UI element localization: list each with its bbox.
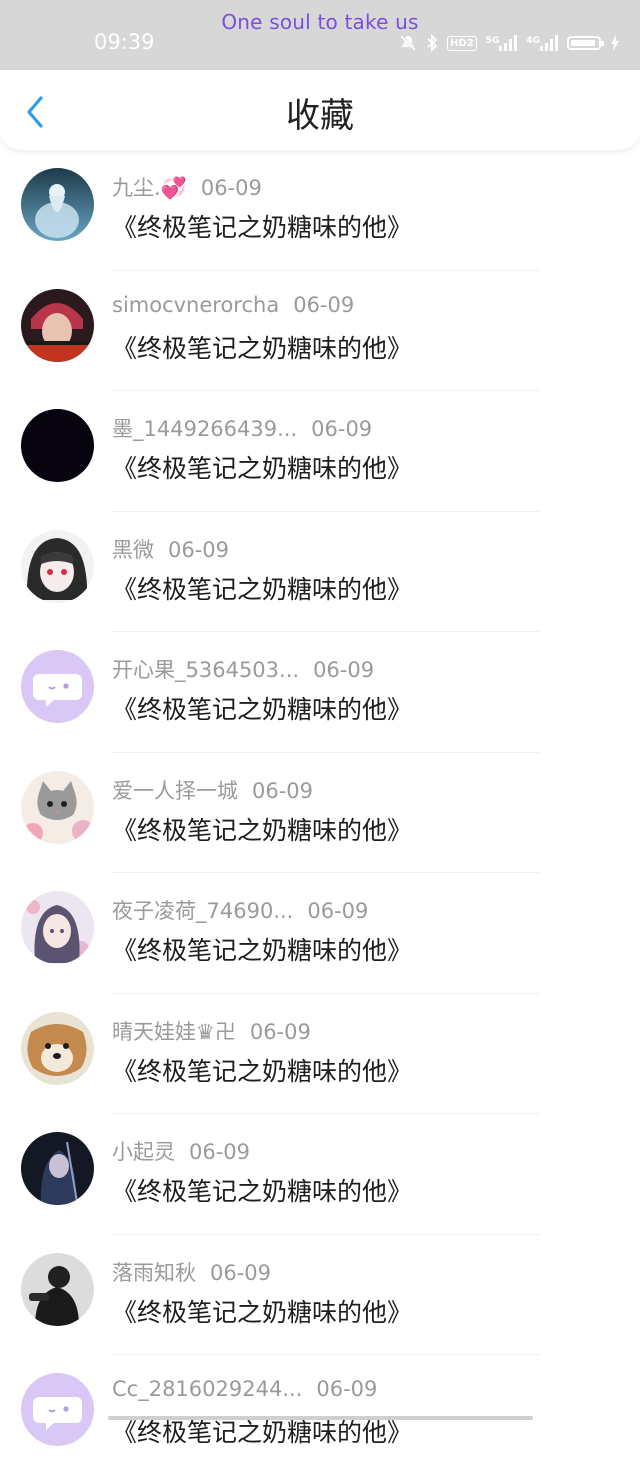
favorites-list: 九尘.💞 06-09 《终极笔记之奶糖味的他》 simocvnerorcha 06-… — [0, 150, 640, 1476]
charging-icon — [610, 34, 620, 52]
avatar[interactable] — [21, 770, 94, 844]
avatar[interactable] — [21, 1011, 94, 1085]
signal-4g-icon: 4G — [526, 35, 558, 51]
scroll-indicator[interactable] — [108, 1416, 533, 1420]
page-title: 收藏 — [286, 96, 354, 136]
work-title[interactable]: 《终极笔记之奶糖味的他》 — [112, 570, 412, 606]
avatar[interactable] — [21, 1373, 94, 1446]
username[interactable]: 墨_1449266439... — [112, 417, 297, 441]
favorite-date: 06-09 — [200, 176, 262, 200]
battery-icon — [567, 36, 604, 50]
username[interactable]: simocvnerorcha — [112, 293, 279, 317]
favorite-date: 06-09 — [249, 1019, 311, 1044]
avatar[interactable] — [21, 891, 94, 964]
list-item[interactable]: 爱一人择一城 06-09 《终极笔记之奶糖味的他》 — [0, 753, 640, 873]
username[interactable]: 晴天娃娃♛卍 — [112, 1020, 236, 1044]
network-label: 4G — [526, 36, 540, 46]
favorite-date: 06-09 — [313, 658, 375, 682]
favorite-date: 06-09 — [189, 1140, 251, 1164]
username[interactable]: 黑微 — [112, 538, 154, 562]
list-item[interactable]: simocvnerorcha 06-09 《终极笔记之奶糖味的他》 — [0, 271, 640, 391]
work-title[interactable]: 《终极笔记之奶糖味的他》 — [112, 931, 412, 967]
mute-icon — [399, 34, 417, 52]
favorite-date: 06-09 — [311, 417, 373, 441]
status-bar: One soul to take us 09:39 HD2 5G 4G — [0, 0, 640, 70]
username[interactable]: 落雨知秋 — [112, 1261, 196, 1285]
status-icons: HD2 5G 4G — [399, 30, 620, 56]
list-item[interactable]: 落雨知秋 06-09 《终极笔记之奶糖味的他》 — [0, 1235, 640, 1355]
list-item[interactable]: 晴天娃娃♛卍 06-09 《终极笔记之奶糖味的他》 — [0, 994, 640, 1114]
page-header: 收藏 — [0, 70, 640, 150]
list-item[interactable]: 九尘.💞 06-09 《终极笔记之奶糖味的他》 — [0, 150, 640, 271]
work-title[interactable]: 《终极笔记之奶糖味的他》 — [112, 449, 412, 485]
list-item[interactable]: 开心果_5364503... 06-09 《终极笔记之奶糖味的他》 — [0, 632, 640, 753]
favorite-date: 06-09 — [307, 899, 369, 923]
username[interactable]: Cc_2816029244... — [112, 1377, 302, 1401]
work-title[interactable]: 《终极笔记之奶糖味的他》 — [112, 208, 412, 244]
username[interactable]: 夜子凌荷_74690... — [112, 899, 293, 923]
avatar[interactable] — [21, 288, 94, 362]
avatar[interactable] — [21, 168, 94, 241]
username[interactable]: 九尘.💞 — [112, 176, 187, 200]
status-time: 09:39 — [94, 30, 155, 54]
work-title[interactable]: 《终极笔记之奶糖味的他》 — [112, 329, 412, 365]
list-item[interactable]: 夜子凌荷_74690... 06-09 《终极笔记之奶糖味的他》 — [0, 873, 640, 994]
bluetooth-icon — [426, 34, 438, 52]
signal-5g-icon: 5G — [486, 35, 518, 51]
list-item[interactable]: 小起灵 06-09 《终极笔记之奶糖味的他》 — [0, 1114, 640, 1235]
avatar[interactable] — [21, 650, 94, 723]
avatar[interactable] — [21, 529, 94, 603]
favorite-date: 06-09 — [168, 537, 230, 562]
list-item[interactable]: 墨_1449266439... 06-09 《终极笔记之奶糖味的他》 — [0, 391, 640, 512]
hd-voice-icon: HD2 — [447, 35, 477, 51]
favorite-date: 06-09 — [316, 1377, 378, 1401]
work-title[interactable]: 《终极笔记之奶糖味的他》 — [112, 811, 412, 847]
favorite-date: 06-09 — [293, 292, 355, 317]
avatar[interactable] — [21, 1132, 94, 1205]
avatar[interactable] — [21, 409, 94, 482]
avatar[interactable] — [21, 1252, 94, 1326]
favorite-date: 06-09 — [252, 778, 314, 803]
username[interactable]: 爱一人择一城 — [112, 779, 238, 803]
work-title[interactable]: 《终极笔记之奶糖味的他》 — [112, 1172, 412, 1208]
network-label: 5G — [485, 36, 500, 46]
work-title[interactable]: 《终极笔记之奶糖味的他》 — [112, 690, 412, 726]
username[interactable]: 开心果_5364503... — [112, 658, 299, 682]
favorite-date: 06-09 — [210, 1260, 272, 1285]
username[interactable]: 小起灵 — [112, 1140, 175, 1164]
work-title[interactable]: 《终极笔记之奶糖味的他》 — [112, 1052, 412, 1088]
list-item[interactable]: 黑微 06-09 《终极笔记之奶糖味的他》 — [0, 512, 640, 632]
work-title[interactable]: 《终极笔记之奶糖味的他》 — [112, 1293, 412, 1329]
